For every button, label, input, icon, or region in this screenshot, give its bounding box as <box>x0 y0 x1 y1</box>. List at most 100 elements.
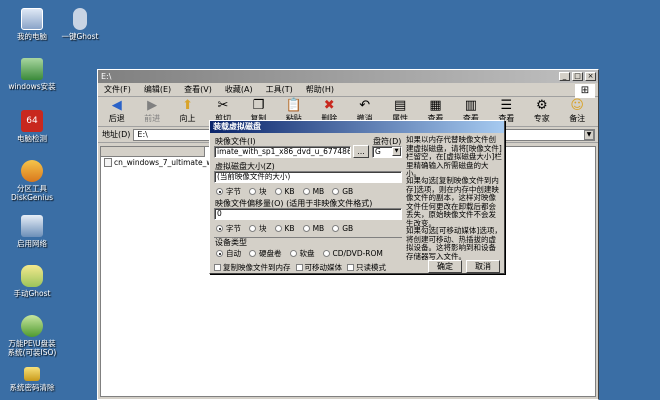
size-unit-bytes[interactable]: 字节 <box>216 186 241 197</box>
explorer-title: E:\ <box>101 72 112 81</box>
radio-icon <box>249 225 256 232</box>
menu-tools[interactable]: 工具(T) <box>266 84 293 95</box>
ghost-icon <box>73 8 87 30</box>
up-folder-icon: ⬆ <box>182 98 193 113</box>
view-mode-icon: ▥ <box>464 98 478 113</box>
expert-icon: ⚙ <box>535 98 548 113</box>
size-unit-block[interactable]: 块 <box>249 186 267 197</box>
chevron-down-icon[interactable]: ▼ <box>584 129 594 140</box>
menu-file[interactable]: 文件(F) <box>104 84 131 95</box>
offset-unit-gb[interactable]: GB <box>332 224 353 233</box>
dialog-title[interactable]: 装载虚拟磁盘 <box>210 121 504 133</box>
radio-icon <box>289 250 297 257</box>
removable-media-checkbox[interactable]: 可移动媒体 <box>295 262 342 273</box>
menu-view[interactable]: 查看(V) <box>184 84 212 95</box>
desktop-icon-one-key-ghost[interactable]: 一键Ghost <box>50 8 110 41</box>
checkbox-icon <box>214 264 221 271</box>
radio-icon <box>216 250 223 257</box>
radio-icon <box>249 250 256 257</box>
desktop-icon-pe-usb[interactable]: 万能PE\U盘装 系统(可装ISO) <box>2 315 62 357</box>
toolbar-expert-button[interactable]: ⚙ 专家 <box>527 99 556 124</box>
properties-icon: ▤ <box>393 98 407 113</box>
explorer-titlebar[interactable]: E:\ _ □ × <box>98 70 598 83</box>
copy-icon: ❐ <box>252 98 265 113</box>
maximize-button[interactable]: □ <box>572 72 583 81</box>
cancel-button[interactable]: 取消 <box>466 260 500 273</box>
delete-icon: ✖ <box>323 98 335 113</box>
size-unit-gb[interactable]: GB <box>332 187 353 196</box>
vdisk-size-input[interactable]: (当前映像文件的大小) <box>214 171 402 183</box>
desktop-icon-password-clear[interactable]: 系统密码清除 <box>2 367 62 392</box>
radio-icon <box>216 225 223 232</box>
help-text-2: 如果勾选[复制映像文件到内存]选项，则在内存中创建映像文件的副本，这样对映像文件… <box>406 176 499 228</box>
radio-icon <box>274 225 282 232</box>
toolbar-back-button[interactable]: ◀ 后退 <box>102 99 131 124</box>
desktop-icon-windows-install[interactable]: windows安装 <box>2 58 62 91</box>
toolbar-forward-button[interactable]: ▶ 前进 <box>137 99 166 124</box>
forward-arrow-icon: ▶ <box>147 98 158 113</box>
column-header-name[interactable] <box>101 147 205 157</box>
file-icon <box>104 158 112 167</box>
radio-icon <box>216 188 223 195</box>
size-unit-kb[interactable]: KB <box>274 187 295 196</box>
toolbar-note-button[interactable]: ☺ 备注 <box>562 99 591 124</box>
network-icon <box>21 215 43 237</box>
device-type-auto[interactable]: 自动 <box>216 248 241 259</box>
size-unit-mb[interactable]: MB <box>302 187 324 196</box>
ok-button[interactable]: 确定 <box>428 260 462 273</box>
view-icon: ▦ <box>429 98 442 113</box>
radio-icon <box>332 225 340 232</box>
radio-icon <box>302 225 310 232</box>
radio-icon <box>332 188 340 195</box>
chevron-down-icon[interactable]: ▼ <box>392 147 401 156</box>
device-type-hdd[interactable]: 硬盘卷 <box>249 248 282 259</box>
image-file-input[interactable]: imate_with_sp1_x86_dvd_u_677486.iso <box>214 146 351 158</box>
options-row: 复制映像文件到内存 可移动媒体 只读模式 <box>214 262 391 273</box>
dialog-body: 映像文件(I) imate_with_sp1_x86_dvd_u_677486.… <box>210 133 504 273</box>
device-type-floppy[interactable]: 软盘 <box>289 248 315 259</box>
device-type-cdrom[interactable]: CD/DVD-ROM <box>322 249 383 258</box>
device-type-options: 自动 硬盘卷 软盘 CD/DVD-ROM <box>216 248 391 259</box>
offset-unit-mb[interactable]: MB <box>302 224 324 233</box>
menu-edit[interactable]: 编辑(E) <box>144 84 171 95</box>
radio-icon <box>302 188 310 195</box>
checkbox-icon <box>347 264 354 271</box>
back-arrow-icon: ◀ <box>111 98 122 113</box>
help-text-3: 如果勾选[可移动媒体]选项，将创建可移动、热插拔的虚拟设备。这将影响到和设备存储… <box>406 226 502 261</box>
checkbox-icon <box>295 264 303 271</box>
offset-input[interactable]: 0 <box>214 208 402 220</box>
mount-vdisk-dialog: 装载虚拟磁盘 映像文件(I) imate_with_sp1_x86_dvd_u_… <box>209 120 505 274</box>
view-details-icon: ☰ <box>500 98 513 113</box>
undo-icon: ↶ <box>359 98 371 113</box>
desktop-icon-diskgenius[interactable]: 分区工具 DiskGenius <box>2 160 62 202</box>
read-only-checkbox[interactable]: 只读模式 <box>347 262 386 273</box>
copy-to-memory-checkbox[interactable]: 复制映像文件到内存 <box>214 262 291 273</box>
ghost-manual-icon <box>21 265 43 287</box>
help-text-1: 如果以内存代替映像文件创建虚拟磁盘，请将[映像文件]栏留空，在[虚拟磁盘大小]栏… <box>406 135 502 178</box>
cut-icon: ✂ <box>217 98 229 113</box>
menu-favorites[interactable]: 收藏(A) <box>225 84 253 95</box>
windows-logo-icon: ⊞ <box>575 84 595 98</box>
minimize-button[interactable]: _ <box>559 72 570 81</box>
diagnostic-icon: 64 <box>21 110 43 132</box>
size-unit-group: 字节 块 KB MB GB <box>216 186 361 197</box>
offset-unit-kb[interactable]: KB <box>274 224 295 233</box>
browse-button[interactable]: ... <box>353 145 369 158</box>
address-value: E:\ <box>137 130 148 139</box>
installer-icon <box>21 58 43 80</box>
menu-help[interactable]: 帮助(H) <box>306 84 334 95</box>
menubar: 文件(F) 编辑(E) 查看(V) 收藏(A) 工具(T) 帮助(H) <box>98 83 598 97</box>
device-type-label: 设备类型 <box>215 238 247 247</box>
desktop-icon-pc-check[interactable]: 64 电脑检测 <box>2 110 62 143</box>
offset-unit-block[interactable]: 块 <box>249 223 267 234</box>
computer-icon <box>21 8 43 30</box>
close-button[interactable]: × <box>585 72 596 81</box>
offset-unit-bytes[interactable]: 字节 <box>216 223 241 234</box>
toolbar-up-button[interactable]: ⬆ 向上 <box>173 99 202 124</box>
desktop-icon-manual-ghost[interactable]: 手动Ghost <box>2 265 62 298</box>
desktop-icon-enable-network[interactable]: 启用网络 <box>2 215 62 248</box>
key-icon <box>24 367 40 381</box>
pe-icon <box>21 315 43 337</box>
disk-icon <box>21 160 43 182</box>
radio-icon <box>322 250 330 257</box>
